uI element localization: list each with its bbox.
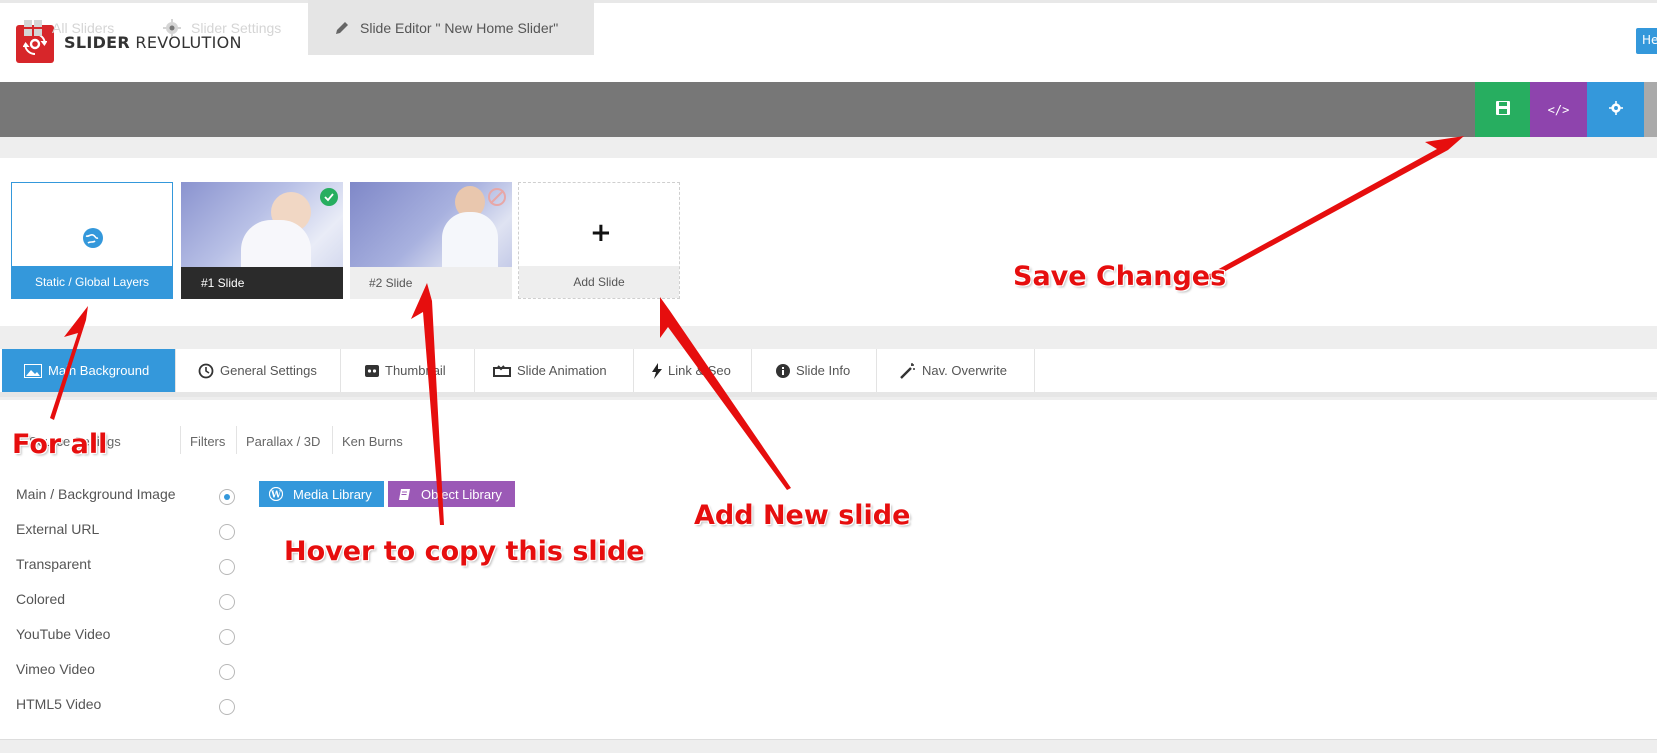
- wand-icon: [900, 362, 916, 379]
- slide-2[interactable]: #2 Slide: [350, 182, 512, 299]
- nav-tab-label: Slider Settings: [191, 19, 282, 36]
- slide-label: #2 Slide: [350, 267, 512, 299]
- tab-label: Slide Animation: [517, 363, 607, 378]
- object-library-button[interactable]: Object Library: [388, 481, 515, 507]
- tab-slide-animation[interactable]: Slide Animation: [475, 349, 634, 392]
- image-icon: [24, 363, 42, 378]
- scroll-edge: [1644, 82, 1657, 137]
- source-option-label: External URL: [16, 521, 100, 537]
- subtab-parallax-3d[interactable]: Parallax / 3D: [246, 434, 320, 449]
- tab-nav-overwrite[interactable]: Nav. Overwrite: [877, 349, 1035, 392]
- source-radio-external-url[interactable]: [219, 524, 235, 540]
- nav-tab-slider-settings[interactable]: Slider Settings: [163, 0, 281, 55]
- slide-thumbnail-figure: [241, 220, 311, 267]
- tab-slide-info[interactable]: Slide Info: [752, 349, 877, 392]
- slide-static-global-layers[interactable]: Static / Global Layers: [11, 182, 173, 299]
- top-navigation: [0, 82, 1657, 137]
- source-option-label: YouTube Video: [16, 626, 111, 642]
- tab-main-background[interactable]: Main Background: [2, 349, 176, 392]
- info-icon: [776, 363, 790, 378]
- globe-icon: [82, 227, 104, 253]
- tab-label: Thumbnail: [385, 363, 446, 378]
- source-radio-main-background[interactable]: [219, 489, 235, 505]
- bolt-icon: [652, 362, 662, 379]
- gear-icon: [163, 18, 181, 37]
- annotation-save-changes: Save Changes: [1013, 261, 1227, 292]
- tab-label: Main Background: [48, 363, 150, 378]
- source-radio-colored[interactable]: [219, 594, 235, 610]
- settings-button[interactable]: [1587, 82, 1644, 137]
- source-option-label: Colored: [16, 591, 66, 607]
- nav-tab-label: Slide Editor " New Home Slider": [360, 19, 559, 36]
- subtab-divider: [236, 426, 237, 454]
- slide-label: Add Slide: [519, 266, 679, 298]
- object-library-label: Object Library: [421, 486, 502, 502]
- tab-label: Link & Seo: [668, 363, 731, 378]
- slide-1[interactable]: #1 Slide: [181, 182, 343, 299]
- subtab-filters[interactable]: Filters: [190, 434, 225, 449]
- source-option-label: Transparent: [16, 556, 91, 572]
- tab-label: Slide Info: [796, 363, 851, 378]
- code-icon: </>: [1547, 102, 1570, 117]
- tab-label: Nav. Overwrite: [922, 363, 1007, 378]
- media-library-label: Media Library: [293, 486, 372, 502]
- slide-label: #1 Slide: [181, 267, 343, 299]
- subtab-divider: [180, 426, 181, 454]
- nav-tab-slide-editor[interactable]: Slide Editor " New Home Slider": [308, 0, 594, 55]
- source-radio-youtube[interactable]: [219, 629, 235, 645]
- main-background-panel: [0, 400, 1657, 740]
- annotation-for-all: For all: [12, 429, 108, 460]
- slide-label: Static / Global Layers: [12, 266, 172, 298]
- nav-tab-all-sliders[interactable]: All Sliders: [24, 0, 114, 55]
- grid-icon: [24, 19, 42, 36]
- annotation-add-new-slide: Add New slide: [694, 500, 911, 531]
- source-radio-vimeo[interactable]: [219, 664, 235, 680]
- wordpress-icon: W: [269, 487, 283, 501]
- history-icon: [198, 363, 214, 379]
- check-icon: [320, 188, 338, 206]
- pencil-icon: [334, 20, 350, 36]
- save-button[interactable]: [1475, 82, 1530, 137]
- gear-icon: [1608, 100, 1623, 119]
- source-radio-html5[interactable]: [219, 699, 235, 715]
- tab-thumbnail[interactable]: Thumbnail: [341, 349, 475, 392]
- source-option-label: HTML5 Video: [16, 696, 102, 712]
- svg-text:W: W: [270, 491, 282, 501]
- annotation-hover-copy: Hover to copy this slide: [284, 536, 645, 567]
- tab-general-settings[interactable]: General Settings: [176, 349, 341, 392]
- add-slide-button[interactable]: + Add Slide: [518, 182, 680, 299]
- subtab-ken-burns[interactable]: Ken Burns: [342, 434, 403, 449]
- subtab-divider: [332, 426, 333, 454]
- source-radio-transparent[interactable]: [219, 559, 235, 575]
- nav-tab-label: All Sliders: [52, 19, 115, 36]
- source-option-label: Vimeo Video: [16, 661, 95, 677]
- floppy-icon: [1495, 100, 1510, 119]
- media-library-button[interactable]: W Media Library: [259, 481, 384, 507]
- animation-icon: [493, 364, 511, 377]
- book-icon: [398, 488, 411, 501]
- help-button[interactable]: He: [1636, 28, 1657, 54]
- slide-thumbnail-figure: [442, 212, 498, 267]
- thumbnail-icon: [365, 364, 379, 377]
- plus-icon: +: [590, 218, 612, 248]
- tab-link-seo[interactable]: Link & Seo: [634, 349, 752, 392]
- source-option-label: Main / Background Image: [16, 486, 176, 502]
- embed-code-button[interactable]: </>: [1530, 82, 1587, 137]
- tab-label: General Settings: [220, 363, 317, 378]
- disabled-icon: [488, 188, 506, 206]
